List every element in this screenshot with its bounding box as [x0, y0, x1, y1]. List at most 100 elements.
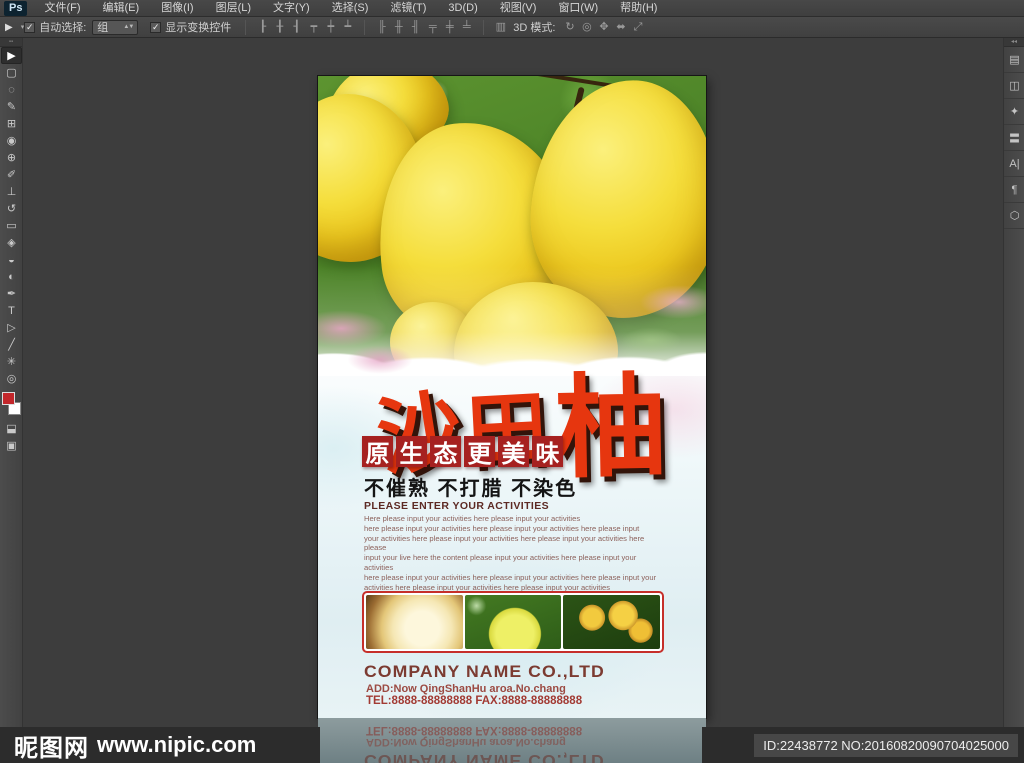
panel-3d[interactable]: ⬡ — [1004, 203, 1024, 229]
panel-adjustments[interactable]: ✦ — [1004, 99, 1024, 125]
menu-item-f[interactable]: 文件(F) — [33, 0, 91, 17]
mode3d-icon-0[interactable]: ↻ — [561, 18, 578, 37]
foreground-color-swatch[interactable] — [2, 392, 15, 405]
auto-select-dropdown[interactable]: 组 ▲▼ — [92, 19, 139, 35]
menu-item-i[interactable]: 图像(I) — [150, 0, 204, 17]
blur-tool-icon: ◒ — [8, 253, 15, 266]
mode3d-icon-4[interactable]: ⤢ — [629, 18, 646, 37]
reflection-content: COMPANY NAME CO.,LTD ADD:Now QingShanHu … — [318, 718, 706, 763]
clone-stamp-tool[interactable]: ⊥ — [0, 183, 23, 200]
line-tool[interactable]: ╱ — [0, 336, 23, 353]
clone-stamp-tool-icon: ⊥ — [6, 186, 17, 198]
mode3d-icon-3[interactable]: ⬌ — [612, 18, 629, 37]
marquee-tool[interactable]: ▢ — [0, 64, 23, 81]
menu-item-y[interactable]: 文字(Y) — [262, 0, 321, 17]
hand-tool[interactable]: ✳ — [0, 353, 23, 370]
distribute-icon-1[interactable]: ╫ — [390, 18, 407, 37]
eyedropper-tool[interactable]: ◉ — [0, 132, 23, 149]
quick-selection-tool[interactable]: ✎ — [0, 98, 23, 115]
type-tool[interactable]: T — [0, 302, 23, 319]
auto-select-value: 组 — [97, 22, 109, 34]
zoom-tool[interactable]: ◎ — [0, 370, 23, 387]
poster-tagline: 不催熟 不打腊 不染色 — [364, 478, 578, 500]
subtitle-block-2: 态 — [430, 436, 461, 468]
show-transform-checkbox[interactable]: ✓ — [150, 21, 162, 33]
menu-item-t[interactable]: 滤镜(T) — [379, 0, 437, 17]
panel-history-icon: ▤ — [1009, 54, 1020, 66]
dock-collapse-icon[interactable]: ◂◂ — [1004, 38, 1024, 47]
align-icon-2[interactable]: ┨ — [288, 18, 305, 37]
lasso-tool-icon: ◌ — [8, 83, 15, 96]
distribute-icon-5[interactable]: ╧ — [458, 18, 475, 37]
document-canvas[interactable]: 沙田柚 原生态更美味 不催熟 不打腊 不染色 PLEASE ENTER YOUR… — [318, 76, 706, 718]
align-icon-4[interactable]: ┿ — [322, 18, 339, 37]
brush-tool[interactable]: ✐ — [0, 166, 23, 183]
distribute-icon-2[interactable]: ╢ — [407, 18, 424, 37]
auto-select-label: 自动选择: — [39, 22, 87, 34]
panel-styles-icon: 〓 — [1009, 132, 1020, 145]
panel-paragraph-icon: ¶ — [1011, 183, 1018, 196]
panel-history[interactable]: ▤ — [1004, 47, 1024, 73]
mode3d-icon-2[interactable]: ✥ — [595, 18, 612, 37]
panel-dock: ◂◂ ▤ ◫ ✦ 〓 A| ¶ ⬡ — [1003, 38, 1024, 727]
menu-item-dd[interactable]: 3D(D) — [437, 0, 488, 17]
quick-selection-tool-icon: ✎ — [6, 101, 17, 113]
path-selection-tool[interactable]: ▷ — [0, 319, 23, 336]
activities-line-0: Here please input your activities here p… — [364, 514, 581, 523]
history-brush-tool[interactable]: ↺ — [0, 200, 23, 217]
image-id-text: ID:22438772 NO:20160820090704025000 — [754, 733, 1018, 757]
auto-select-checkbox[interactable]: ✓ — [24, 21, 36, 33]
eraser-tool-icon: ▭ — [6, 220, 17, 232]
menu-item-e[interactable]: 编辑(E) — [92, 0, 151, 17]
dropdown-stepper-icon: ▲▼ — [123, 24, 134, 30]
line-tool-icon: ╱ — [8, 339, 15, 351]
menu-item-w[interactable]: 窗口(W) — [547, 0, 609, 17]
dodge-tool[interactable]: ◐ — [0, 268, 23, 285]
panel-color[interactable]: ◫ — [1004, 73, 1024, 99]
crop-tool[interactable]: ⊞ — [0, 115, 23, 132]
menu-bar: Ps 文件(F) 编辑(E) 图像(I) 图层(L) 文字(Y) 选择(S) 滤镜(T) 3D… — [0, 0, 1024, 17]
menu-item-v[interactable]: 视图(V) — [489, 0, 548, 17]
align-icon-0[interactable]: ┠ — [254, 18, 271, 37]
menu-item-s[interactable]: 选择(S) — [321, 0, 380, 17]
eyedropper-tool-icon: ◉ — [6, 135, 17, 147]
healing-brush-tool[interactable]: ⊕ — [0, 149, 23, 166]
distribute-icon-4[interactable]: ╪ — [441, 18, 458, 37]
blur-tool[interactable]: ◒ — [0, 251, 23, 268]
toolbar-grip-icon[interactable]: ▪▪ — [0, 38, 22, 47]
canvas-reflection: COMPANY NAME CO.,LTD ADD:Now QingShanHu … — [318, 718, 706, 763]
activities-line-3: input your live here the content please … — [364, 553, 637, 572]
lasso-tool[interactable]: ◌ — [0, 81, 23, 98]
panel-character-icon: A| — [1009, 157, 1020, 170]
nipic-brand: 昵图网 — [14, 734, 89, 762]
reflected-company-address: ADD:Now QingShanHu aroa.No.chang — [366, 736, 566, 748]
gradient-tool[interactable]: ◈ — [0, 234, 23, 251]
panel-character[interactable]: A| — [1004, 151, 1024, 177]
subtitle-block-1: 生 — [396, 436, 427, 468]
move-tool[interactable]: ▶ — [1, 47, 22, 64]
align-icon-3[interactable]: ┯ — [305, 18, 322, 37]
gradient-tool-icon: ◈ — [7, 237, 16, 249]
panel-adjustments-icon: ✦ — [1009, 106, 1020, 118]
auto-align-icon[interactable]: ▥ — [492, 18, 509, 37]
eraser-tool[interactable]: ▭ — [0, 217, 23, 234]
panel-paragraph[interactable]: ¶ — [1004, 177, 1024, 203]
subtitle-block-0: 原 — [362, 436, 393, 468]
pen-tool[interactable]: ✒ — [0, 285, 23, 302]
align-icon-5[interactable]: ┷ — [339, 18, 356, 37]
panel-styles[interactable]: 〓 — [1004, 125, 1024, 151]
menu-item-l[interactable]: 图层(L) — [205, 0, 262, 17]
quick-mask-button[interactable]: ⬓ — [0, 420, 23, 437]
options-divider — [483, 19, 485, 35]
pen-tool-icon: ✒ — [6, 288, 17, 300]
menu-item-h[interactable]: 帮助(H) — [609, 0, 668, 17]
mode3d-icon-1[interactable]: ◎ — [578, 18, 595, 37]
panel-3d-icon: ⬡ — [1009, 210, 1020, 222]
show-transform-label: 显示变换控件 — [165, 22, 232, 34]
screen-mode-button[interactable]: ▣ — [0, 437, 23, 454]
align-icon-1[interactable]: ╂ — [271, 18, 288, 37]
path-selection-tool-icon: ▷ — [7, 322, 16, 334]
company-telfax: TEL:8888-88888888 FAX:8888-88888888 — [366, 695, 583, 707]
distribute-icon-0[interactable]: ╟ — [373, 18, 390, 37]
distribute-icon-3[interactable]: ╤ — [424, 18, 441, 37]
